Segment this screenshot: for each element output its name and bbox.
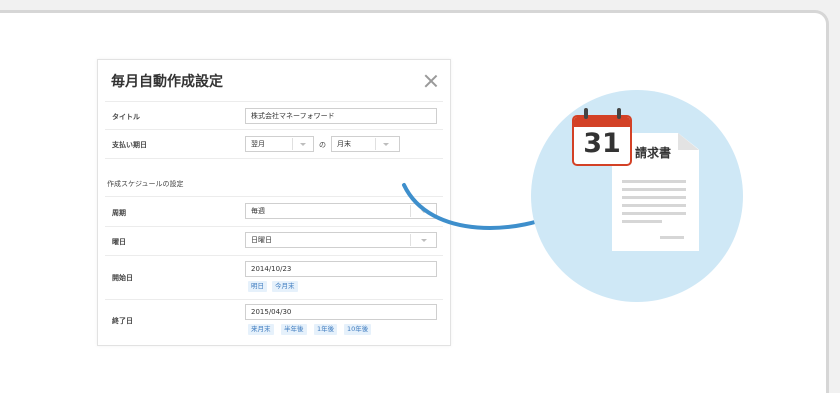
document-line — [660, 236, 684, 239]
calendar-ring-icon — [584, 108, 588, 119]
document-line — [622, 204, 686, 207]
calendar-ring-icon — [617, 108, 621, 119]
calendar-day-number: 31 — [583, 128, 621, 159]
document-line — [622, 220, 662, 223]
invoice-document-title: 請求書 — [635, 146, 672, 160]
document-line — [622, 196, 686, 199]
calendar-icon: 31 — [572, 115, 632, 166]
calendar-header — [574, 117, 630, 127]
document-line — [622, 188, 686, 191]
document-line — [622, 212, 686, 215]
document-line — [622, 180, 686, 183]
